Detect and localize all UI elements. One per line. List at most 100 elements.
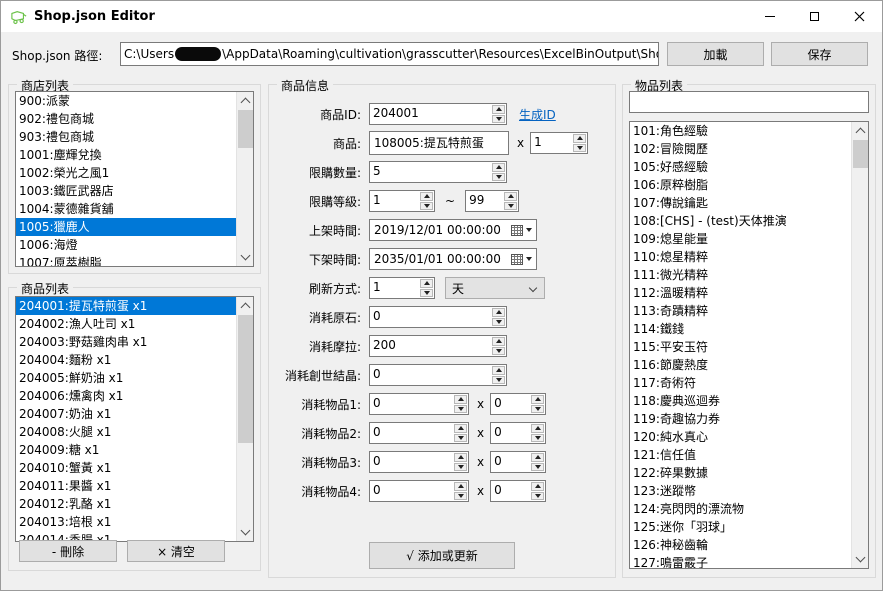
spin-down-button[interactable] [492,376,505,385]
list-item[interactable]: 900:派蒙 [16,92,236,110]
spin-up-button[interactable] [492,308,505,317]
cost-hcoin-spinner[interactable]: 0 [369,306,507,328]
list-item[interactable]: 204012:乳酪 x1 [16,495,236,513]
level-max-spinner[interactable]: 99 [465,190,519,212]
scroll-up-arrow-icon[interactable] [237,92,254,109]
spin-down-button[interactable] [454,434,467,443]
spin-up-button[interactable] [492,163,505,172]
list-item[interactable]: 114:鐵錢 [630,320,851,338]
close-button[interactable] [837,1,882,32]
spin-up-button[interactable] [492,366,505,375]
path-input[interactable]: C:\Users \AppData\Roaming\cultivation\gr… [120,42,659,66]
item-count-spinner[interactable]: 1 [530,132,588,154]
list-item[interactable]: 124:亮閃閃的漂流物 [630,500,851,518]
list-item[interactable]: 204011:果醬 x1 [16,477,236,495]
list-item[interactable]: 123:迷蹤幣 [630,482,851,500]
list-item[interactable]: 204002:漁人吐司 x1 [16,315,236,333]
shop-list-scrollbar[interactable] [236,92,253,266]
spin-up-button[interactable] [531,424,544,433]
list-item[interactable]: 902:禮包商城 [16,110,236,128]
spin-down-button[interactable] [504,202,517,211]
list-item[interactable]: 111:微光精粹 [630,266,851,284]
refresh-count-spinner[interactable]: 1 [369,277,435,299]
list-item[interactable]: 110:熄星精粹 [630,248,851,266]
end-time-picker[interactable]: 2035/01/01 00:00:00 [369,248,537,270]
list-item[interactable]: 1006:海燈 [16,236,236,254]
spin-down-button[interactable] [492,318,505,327]
cost-item-4-count-spinner[interactable]: 0 [490,480,546,502]
spin-up-button[interactable] [531,453,544,462]
list-item[interactable]: 113:奇蹟精粹 [630,302,851,320]
spin-up-button[interactable] [531,482,544,491]
list-item[interactable]: 204005:鮮奶油 x1 [16,369,236,387]
begin-time-picker[interactable]: 2019/12/01 00:00:00 [369,219,537,241]
spin-up-button[interactable] [492,337,505,346]
item-list-scrollbar[interactable] [851,122,868,568]
list-item[interactable]: 109:熄星能量 [630,230,851,248]
item-input[interactable]: 108005:提瓦特煎蛋 [369,131,509,155]
level-min-spinner[interactable]: 1 [369,190,435,212]
spin-down-button[interactable] [531,434,544,443]
scroll-down-arrow-icon[interactable] [237,524,254,541]
goods-list-scrollbar[interactable] [236,297,253,541]
cost-item-4-id-spinner[interactable]: 0 [369,480,469,502]
cost-mcoin-spinner[interactable]: 0 [369,364,507,386]
scrollbar-thumb[interactable] [238,315,253,443]
scrollbar-thumb[interactable] [238,110,253,148]
spin-down-button[interactable] [420,202,433,211]
list-item[interactable]: 107:傳說鑰匙 [630,194,851,212]
list-item[interactable]: 1002:榮光之風1 [16,164,236,182]
list-item[interactable]: 204013:培根 x1 [16,513,236,531]
goods-id-spinner[interactable]: 204001 [369,103,507,125]
scroll-down-arrow-icon[interactable] [852,551,869,568]
cost-item-2-count-spinner[interactable]: 0 [490,422,546,444]
list-item[interactable]: 204003:野菇雞肉串 x1 [16,333,236,351]
scroll-up-arrow-icon[interactable] [852,122,869,139]
list-item[interactable]: 117:奇術符 [630,374,851,392]
spin-down-button[interactable] [454,463,467,472]
spin-down-button[interactable] [573,144,586,153]
list-item[interactable]: 204009:糖 x1 [16,441,236,459]
spin-up-button[interactable] [573,134,586,143]
list-item[interactable]: 115:平安玉符 [630,338,851,356]
list-item[interactable]: 1003:鐵匠武器店 [16,182,236,200]
spin-up-button[interactable] [531,395,544,404]
list-item[interactable]: 116:節慶熱度 [630,356,851,374]
load-button[interactable]: 加載 [667,42,764,66]
cost-item-3-count-spinner[interactable]: 0 [490,451,546,473]
spin-down-button[interactable] [420,289,433,298]
spin-down-button[interactable] [531,463,544,472]
list-item[interactable]: 204004:麵粉 x1 [16,351,236,369]
list-item[interactable]: 204001:提瓦特煎蛋 x1 [16,297,236,315]
spin-down-button[interactable] [531,405,544,414]
spin-down-button[interactable] [454,492,467,501]
list-item[interactable]: 204007:奶油 x1 [16,405,236,423]
spin-down-button[interactable] [492,347,505,356]
clear-goods-button[interactable]: × 清空 [127,540,225,562]
cost-item-1-count-spinner[interactable]: 0 [490,393,546,415]
list-item[interactable]: 126:神秘齒輪 [630,536,851,554]
spin-down-button[interactable] [492,173,505,182]
list-item[interactable]: 204010:蟹黃 x1 [16,459,236,477]
save-button[interactable]: 保存 [771,42,868,66]
list-item[interactable]: 1007:原萃樹脂 [16,254,236,266]
maximize-button[interactable] [792,1,837,32]
list-item[interactable]: 121:信任值 [630,446,851,464]
list-item[interactable]: 1004:蒙德雜貨舖 [16,200,236,218]
generate-id-link[interactable]: 生成ID [519,106,556,123]
list-item[interactable]: 125:迷你「羽球」 [630,518,851,536]
list-item[interactable]: 106:原粹樹脂 [630,176,851,194]
scroll-down-arrow-icon[interactable] [237,249,254,266]
cost-item-1-id-spinner[interactable]: 0 [369,393,469,415]
cost-scoin-spinner[interactable]: 200 [369,335,507,357]
minimize-button[interactable] [747,1,792,32]
list-item[interactable]: 119:奇趣協力券 [630,410,851,428]
spin-up-button[interactable] [492,105,505,114]
spin-up-button[interactable] [420,192,433,201]
spin-up-button[interactable] [454,482,467,491]
list-item[interactable]: 105:好感經驗 [630,158,851,176]
add-or-update-button[interactable]: √ 添加或更新 [369,542,515,569]
item-listbox[interactable]: 101:角色經驗102:冒險閱歷105:好感經驗106:原粹樹脂107:傳說鑰匙… [629,121,869,569]
list-item[interactable]: 112:溫暖精粹 [630,284,851,302]
list-item[interactable]: 204006:燻禽肉 x1 [16,387,236,405]
